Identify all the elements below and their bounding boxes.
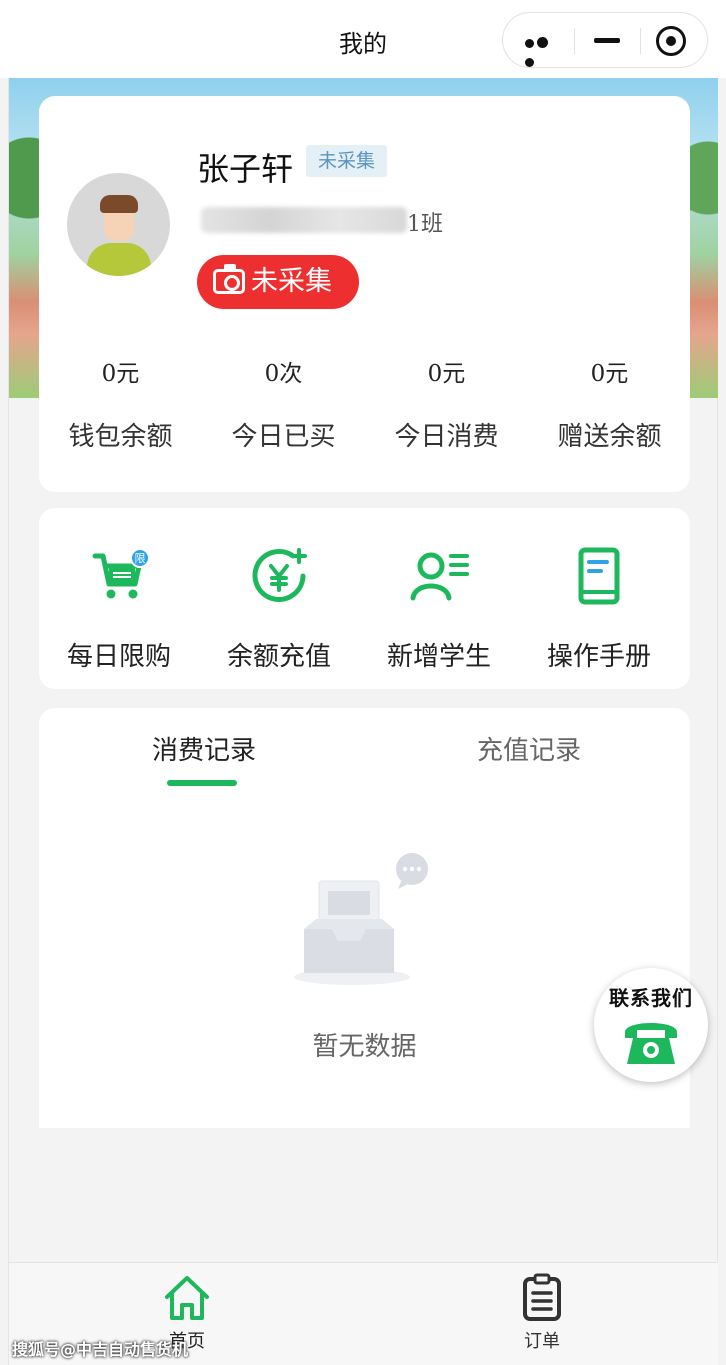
tab-consumption-records[interactable]: 消费记录 <box>152 730 256 767</box>
action-label: 余额充值 <box>226 642 331 672</box>
stat-label: 今日已买 <box>231 422 336 452</box>
action-manual[interactable]: 操作手册 <box>519 508 679 689</box>
face-status-tag: 未采集 <box>306 145 388 177</box>
blurred-school-name <box>201 207 407 233</box>
profile-card: 张子轩 未采集 1班 未采集 0元 钱包余额 0次 今日已买 0元 今日消费 0… <box>39 96 690 492</box>
contact-us-button[interactable]: 联系我们 <box>594 968 708 1082</box>
school-class-info: 1班 <box>197 201 447 237</box>
stat-value: 0元 <box>101 361 140 387</box>
stat-value: 0元 <box>427 361 466 387</box>
empty-inbox-icon <box>294 853 428 985</box>
camera-icon <box>213 264 245 294</box>
mini-program-capsule <box>502 12 708 68</box>
stat-value: 0次 <box>264 361 303 387</box>
telephone-icon <box>625 1023 677 1064</box>
student-name: 张子轩 <box>197 150 294 188</box>
records-card: 消费记录 充值记录 暂无数据 <box>39 708 690 1128</box>
action-recharge[interactable]: 余额充值 <box>199 508 359 689</box>
capsule-divider <box>640 28 641 54</box>
contact-us-label: 联系我们 <box>609 986 693 1010</box>
stat-today-spent[interactable]: 0元 今日消费 <box>365 354 528 453</box>
class-suffix: 1班 <box>407 212 443 237</box>
more-icon[interactable] <box>525 33 561 67</box>
empty-state-text: 暂无数据 <box>312 1032 417 1062</box>
stat-label: 钱包余额 <box>68 422 173 452</box>
limited-cart-icon: 限 <box>92 548 149 599</box>
add-student-icon <box>410 552 469 601</box>
order-list-icon <box>523 1273 561 1321</box>
manual-book-icon <box>578 547 620 605</box>
quick-actions-card: 限 每日限购 余额充值 新增学生 操作手册 <box>39 508 690 689</box>
action-daily-limit[interactable]: 限 每日限购 <box>39 508 199 689</box>
watermark: 搜狐号@中吉自动售货机 <box>12 1340 189 1359</box>
action-label: 每日限购 <box>66 642 171 672</box>
face-collect-label: 未采集 <box>251 266 332 297</box>
action-add-student[interactable]: 新增学生 <box>359 508 519 689</box>
navbar: 我的 <box>0 0 726 78</box>
tab-recharge-records[interactable]: 充值记录 <box>477 730 581 767</box>
stat-value: 0元 <box>590 361 629 387</box>
stat-today-bought[interactable]: 0次 今日已买 <box>202 354 365 453</box>
tabbar-label: 订单 <box>524 1331 560 1352</box>
stat-label: 今日消费 <box>394 422 499 452</box>
capsule-divider <box>574 28 575 54</box>
home-icon <box>165 1276 209 1320</box>
balance-stats: 0元 钱包余额 0次 今日已买 0元 今日消费 0元 赠送余额 <box>39 354 690 464</box>
stat-label: 赠送余额 <box>557 422 662 452</box>
yuan-recharge-icon <box>252 548 307 602</box>
minimize-icon[interactable] <box>594 38 620 43</box>
svg-text:限: 限 <box>135 552 146 565</box>
avatar[interactable] <box>67 173 170 276</box>
face-collect-button[interactable]: 未采集 <box>197 255 359 309</box>
stat-gift-balance[interactable]: 0元 赠送余额 <box>528 354 691 453</box>
action-label: 新增学生 <box>386 642 491 672</box>
stat-wallet-balance[interactable]: 0元 钱包余额 <box>39 354 202 453</box>
active-tab-indicator <box>167 780 237 786</box>
action-label: 操作手册 <box>546 642 651 672</box>
close-target-icon[interactable] <box>656 26 686 56</box>
tabbar-item-orders[interactable]: 订单 <box>472 1263 612 1365</box>
